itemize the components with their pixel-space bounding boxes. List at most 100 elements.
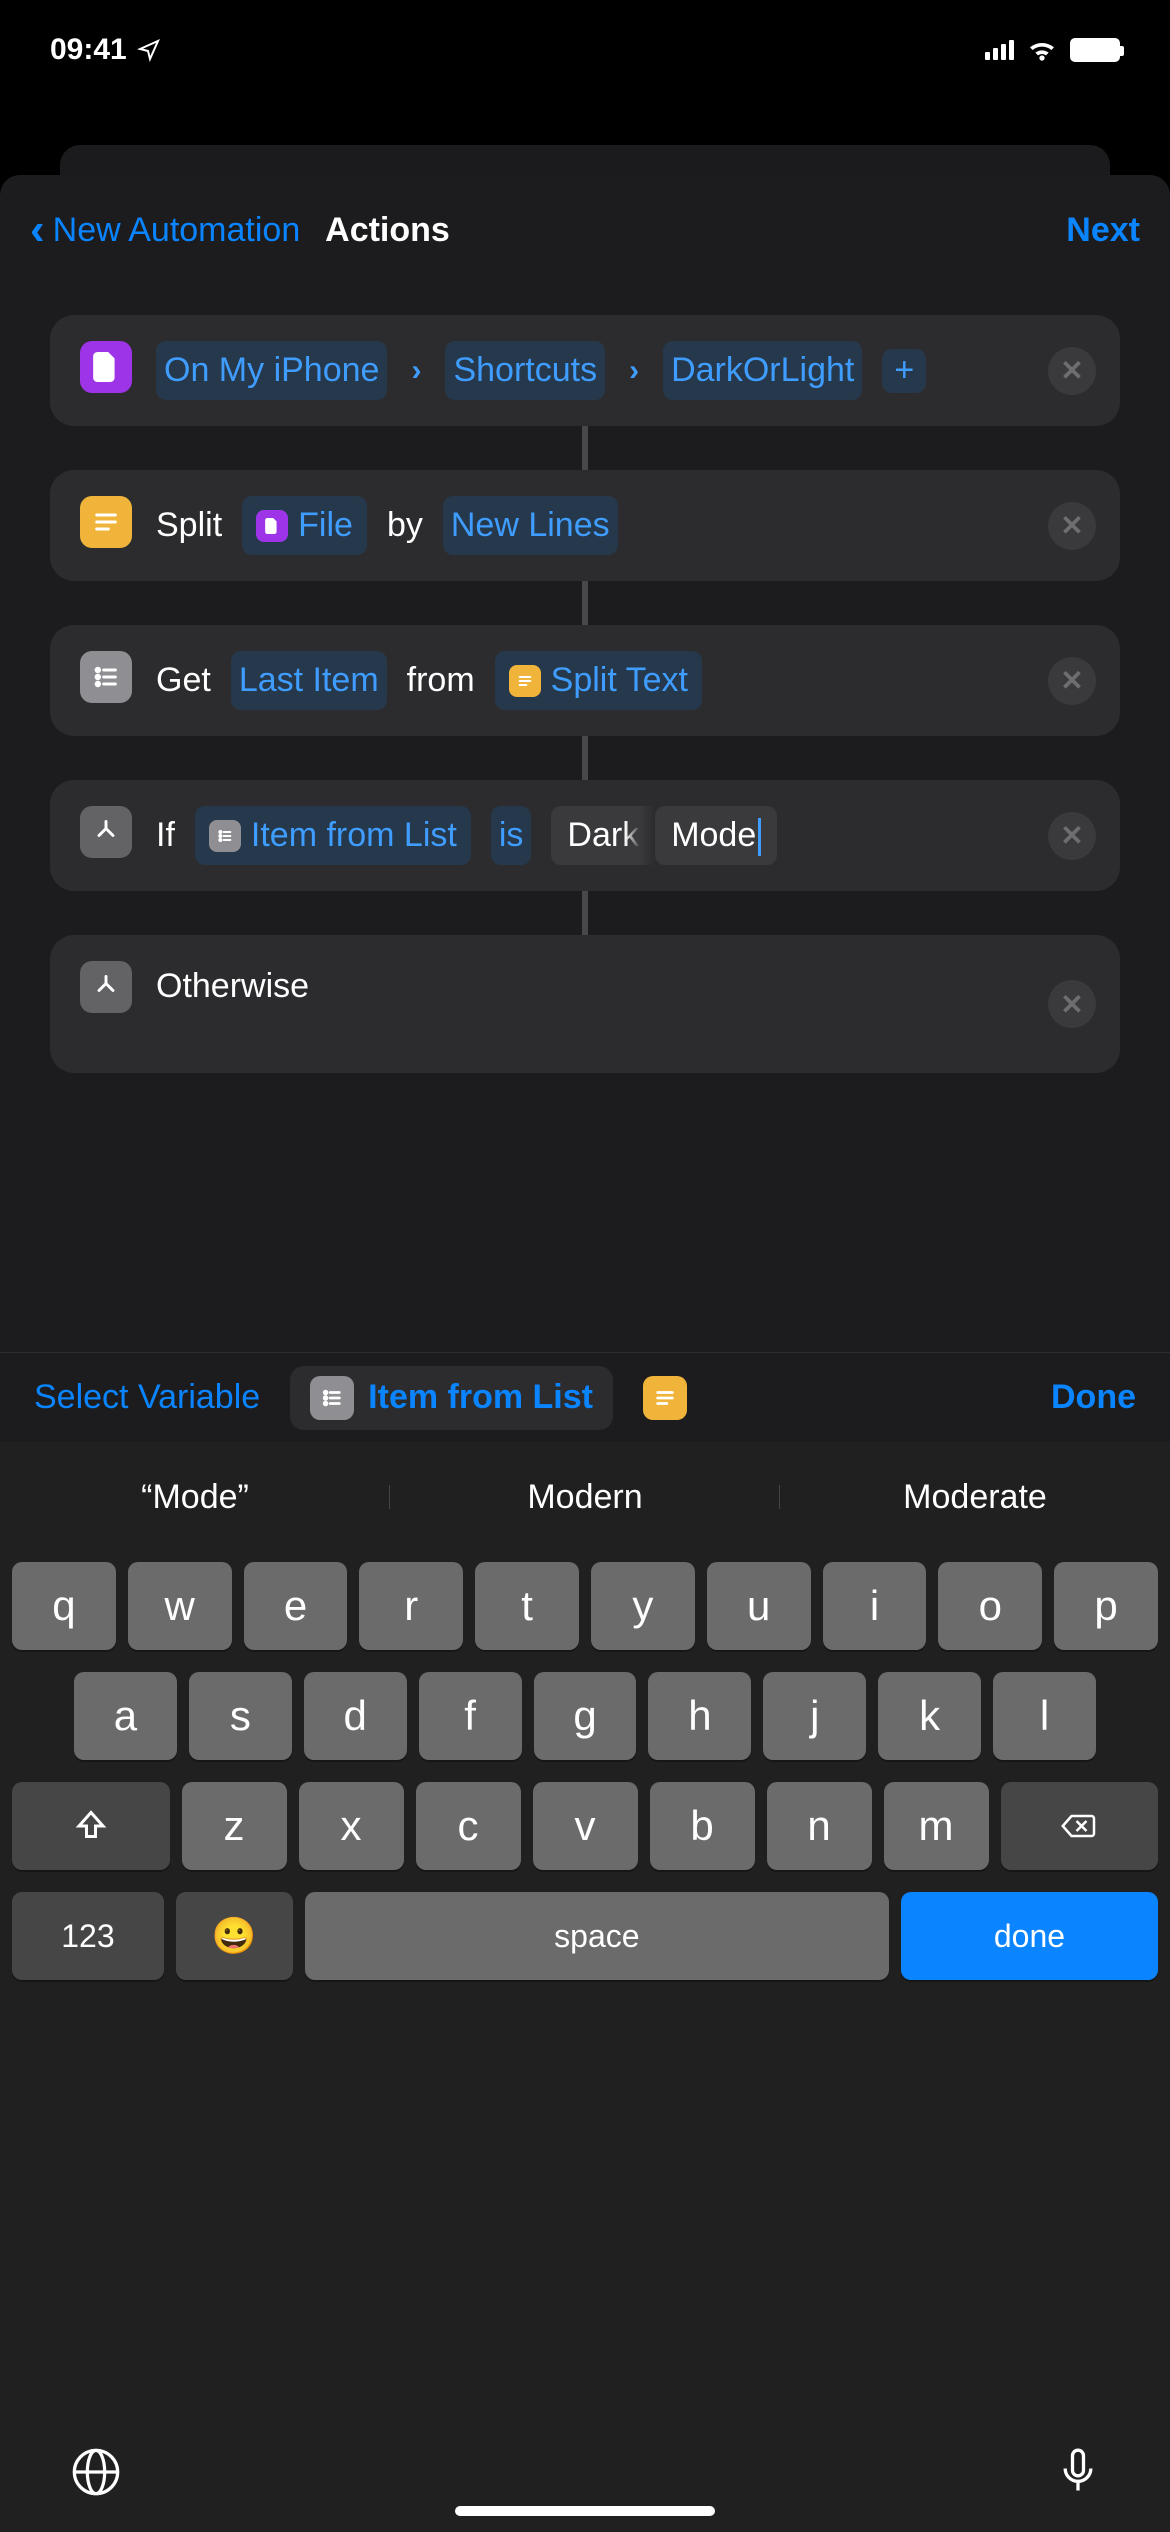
if-operator[interactable]: is	[491, 806, 532, 865]
key-v[interactable]: v	[533, 1782, 638, 1870]
dictation-key[interactable]	[1056, 2446, 1100, 2502]
globe-key[interactable]	[70, 2446, 122, 2502]
delete-action-button[interactable]: ✕	[1048, 980, 1096, 1028]
path-seg-1[interactable]: On My iPhone	[156, 341, 387, 400]
key-w[interactable]: w	[128, 1562, 232, 1650]
keyboard-accessory-bar: Select Variable Item from List Done	[0, 1352, 1170, 1442]
shift-key[interactable]	[12, 1782, 170, 1870]
text-icon	[80, 496, 132, 548]
emoji-key[interactable]: 😀	[176, 1892, 293, 1980]
path-seg-2[interactable]: Shortcuts	[445, 341, 605, 400]
cellular-icon	[985, 40, 1014, 60]
key-d[interactable]: d	[304, 1672, 407, 1760]
if-value-input[interactable]: Mode	[655, 806, 777, 865]
delete-action-button[interactable]: ✕	[1048, 812, 1096, 860]
key-t[interactable]: t	[475, 1562, 579, 1650]
get-verb: Get	[156, 655, 211, 706]
get-selector[interactable]: Last Item	[231, 651, 387, 710]
delete-action-button[interactable]: ✕	[1048, 347, 1096, 395]
key-a[interactable]: a	[74, 1672, 177, 1760]
status-time: 09:41	[50, 33, 127, 67]
globe-icon	[70, 2446, 122, 2498]
key-q[interactable]: q	[12, 1562, 116, 1650]
action-split[interactable]: Split File by New Lines ✕	[50, 470, 1120, 581]
nav-bar: ‹ New Automation Actions Next	[0, 175, 1170, 285]
file-icon	[80, 341, 132, 393]
key-n[interactable]: n	[767, 1782, 872, 1870]
suggestion-3[interactable]: Moderate	[780, 1478, 1170, 1517]
delete-action-button[interactable]: ✕	[1048, 657, 1096, 705]
key-k[interactable]: k	[878, 1672, 981, 1760]
backspace-icon	[1059, 1810, 1099, 1842]
key-s[interactable]: s	[189, 1672, 292, 1760]
delete-action-button[interactable]: ✕	[1048, 502, 1096, 550]
suggestion-1[interactable]: “Mode”	[0, 1478, 390, 1517]
key-f[interactable]: f	[419, 1672, 522, 1760]
wifi-icon	[1026, 34, 1058, 66]
key-b[interactable]: b	[650, 1782, 755, 1870]
list-icon	[209, 820, 241, 852]
suggestion-2[interactable]: Modern	[390, 1478, 780, 1517]
select-variable-button[interactable]: Select Variable	[34, 1378, 260, 1417]
text-icon	[509, 665, 541, 697]
key-row-1: q w e r t y u i o p	[12, 1562, 1158, 1650]
keyboard-done-key[interactable]: done	[901, 1892, 1158, 1980]
key-h[interactable]: h	[648, 1672, 751, 1760]
key-e[interactable]: e	[244, 1562, 348, 1650]
text-variable-chip[interactable]	[643, 1376, 687, 1420]
get-source-token[interactable]: Split Text	[495, 651, 702, 710]
split-verb: Split	[156, 500, 222, 551]
if-value-part1[interactable]: Dark	[551, 806, 655, 865]
key-g[interactable]: g	[534, 1672, 637, 1760]
backspace-key[interactable]	[1001, 1782, 1159, 1870]
split-file-token[interactable]: File	[242, 496, 367, 555]
key-r[interactable]: r	[359, 1562, 463, 1650]
add-path-button[interactable]: +	[882, 349, 926, 393]
key-o[interactable]: o	[938, 1562, 1042, 1650]
space-key[interactable]: space	[305, 1892, 889, 1980]
chevron-right-icon: ›	[625, 348, 643, 393]
emoji-icon: 😀	[212, 1915, 257, 1957]
path-seg-3[interactable]: DarkOrLight	[663, 341, 862, 400]
list-icon	[310, 1376, 354, 1420]
location-icon	[137, 38, 161, 62]
file-icon	[256, 510, 288, 542]
back-label: New Automation	[53, 211, 301, 250]
variable-chip[interactable]: Item from List	[290, 1366, 613, 1430]
action-otherwise[interactable]: Otherwise ✕	[50, 935, 1120, 1073]
key-y[interactable]: y	[591, 1562, 695, 1650]
key-z[interactable]: z	[182, 1782, 287, 1870]
split-mode[interactable]: New Lines	[443, 496, 618, 555]
key-c[interactable]: c	[416, 1782, 521, 1870]
split-by: by	[387, 500, 423, 551]
chevron-right-icon: ›	[407, 348, 425, 393]
key-row-3: z x c v b n m	[12, 1782, 1158, 1870]
home-indicator[interactable]	[455, 2506, 715, 2516]
key-p[interactable]: p	[1054, 1562, 1158, 1650]
key-j[interactable]: j	[763, 1672, 866, 1760]
action-get-item[interactable]: Get Last Item from Split Text ✕	[50, 625, 1120, 736]
branch-icon	[80, 961, 132, 1013]
page-title: Actions	[325, 211, 450, 250]
get-from: from	[407, 655, 475, 706]
numbers-key[interactable]: 123	[12, 1892, 164, 1980]
if-verb: If	[156, 810, 175, 861]
list-icon	[80, 651, 132, 703]
key-x[interactable]: x	[299, 1782, 404, 1870]
if-variable-token[interactable]: Item from List	[195, 806, 471, 865]
key-l[interactable]: l	[993, 1672, 1096, 1760]
key-m[interactable]: m	[884, 1782, 989, 1870]
status-bar: 09:41	[0, 0, 1170, 100]
shift-icon	[73, 1808, 109, 1844]
key-u[interactable]: u	[707, 1562, 811, 1650]
done-button[interactable]: Done	[1051, 1378, 1136, 1417]
next-button[interactable]: Next	[1066, 211, 1140, 250]
key-row-2: a s d f g h j k l	[12, 1672, 1158, 1760]
otherwise-label: Otherwise	[156, 961, 309, 1012]
action-file-path[interactable]: On My iPhone › Shortcuts › DarkOrLight +…	[50, 315, 1120, 426]
key-i[interactable]: i	[823, 1562, 927, 1650]
action-if[interactable]: If Item from List is Dark Mode ✕	[50, 780, 1120, 891]
back-button[interactable]: ‹ New Automation Actions	[30, 205, 450, 255]
key-row-4: 123 😀 space done	[12, 1892, 1158, 1980]
keyboard: “Mode” Modern Moderate q w e r t y u i o…	[0, 1442, 1170, 2532]
